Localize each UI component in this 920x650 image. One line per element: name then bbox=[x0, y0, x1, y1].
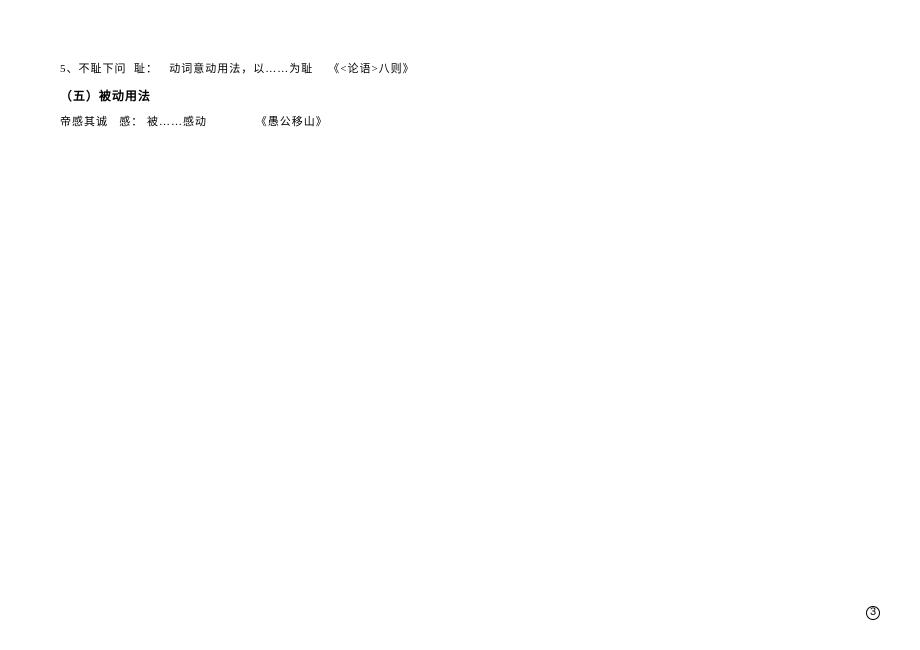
entry-explanation: 动词意动用法，以……为耻 bbox=[169, 60, 313, 80]
entry-line-5: 5、 不耻下问 耻： 动词意动用法，以……为耻 《<论语>八则》 bbox=[60, 60, 860, 80]
entry-explanation: 被……感动 bbox=[147, 113, 207, 133]
entry-source: 《愚公移山》 bbox=[256, 113, 328, 133]
spacer bbox=[127, 60, 135, 80]
spacer bbox=[207, 113, 256, 133]
spacer bbox=[158, 60, 169, 80]
entry-source: 《<论语>八则》 bbox=[328, 60, 414, 80]
spacer bbox=[313, 60, 328, 80]
spacer bbox=[108, 113, 119, 133]
entry-word-label: 耻： bbox=[134, 60, 158, 80]
entry-phrase: 帝感其诚 bbox=[60, 113, 108, 133]
entry-phrase: 不耻下问 bbox=[79, 60, 127, 80]
entry-index: 5、 bbox=[60, 60, 79, 80]
section-heading: （五）被动用法 bbox=[60, 86, 860, 108]
entry-line-passive: 帝感其诚 感： 被……感动 《愚公移山》 bbox=[60, 113, 860, 133]
page-number: 3 bbox=[866, 606, 880, 620]
entry-word-label: 感： bbox=[119, 113, 143, 133]
